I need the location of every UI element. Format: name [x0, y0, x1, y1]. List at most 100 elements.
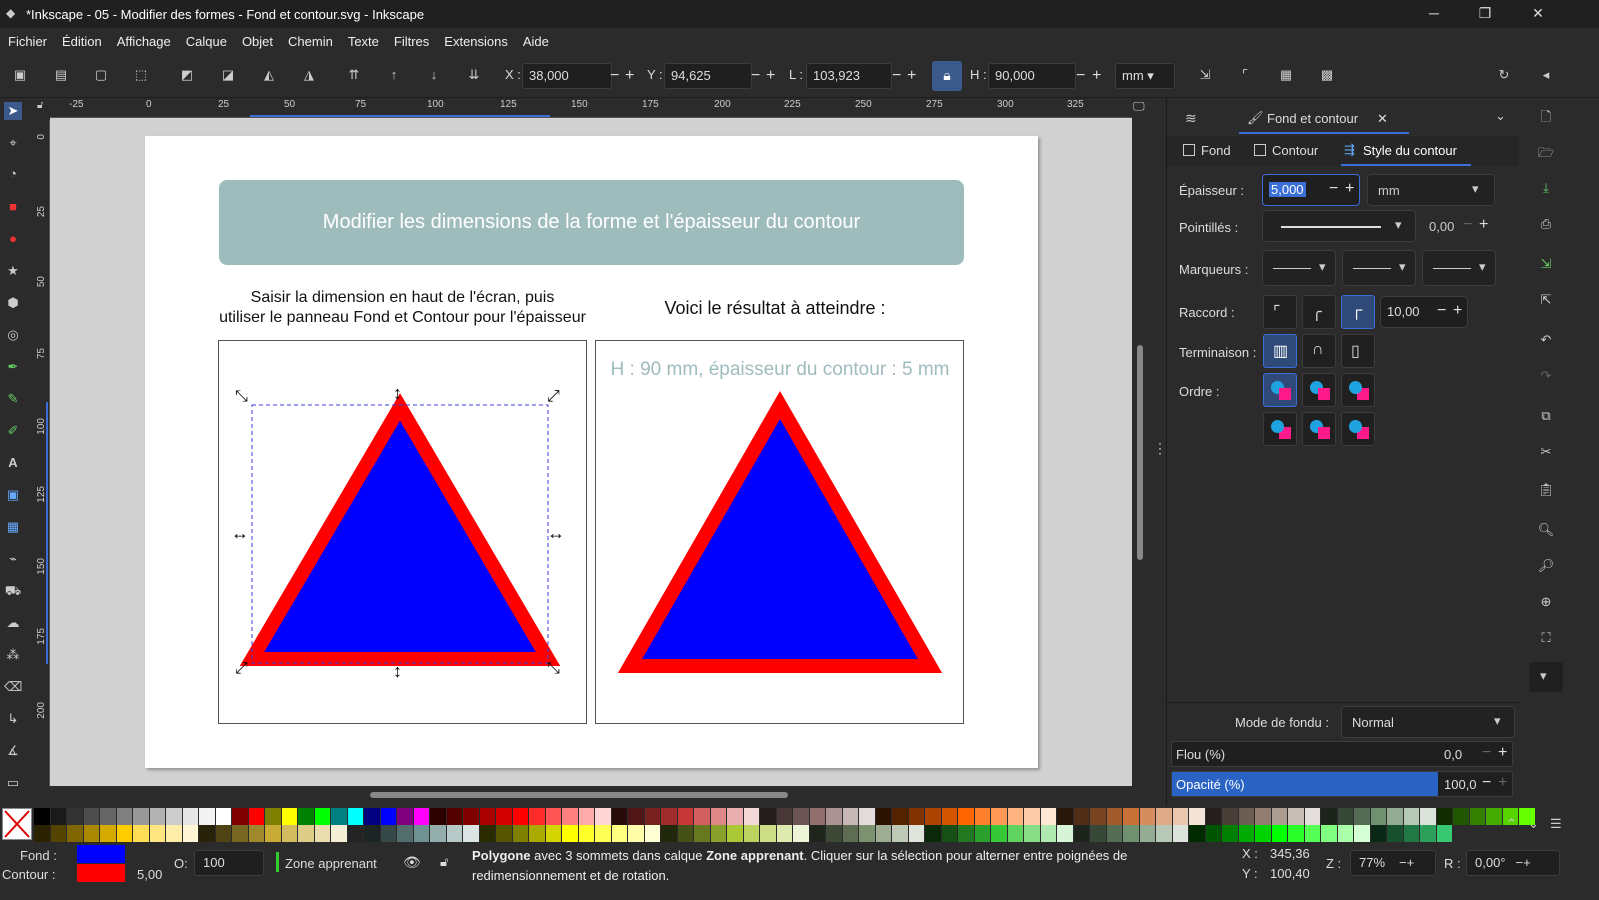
join-round-button[interactable]: ╭	[1302, 295, 1336, 329]
y-field[interactable]: 94,625	[664, 63, 752, 89]
pages-tool-icon[interactable]: ▭	[4, 774, 22, 792]
end-marker-select[interactable]: ▾	[1422, 250, 1496, 286]
palette-swatch[interactable]	[875, 808, 892, 825]
eye-icon[interactable]: 👁︎	[403, 854, 421, 871]
stroke-indicator[interactable]	[77, 864, 125, 882]
palette-swatch[interactable]	[1024, 808, 1041, 825]
epaisseur-increment[interactable]: +	[1345, 180, 1354, 198]
palette-swatch[interactable]	[1189, 825, 1206, 842]
fill-indicator[interactable]	[77, 845, 125, 863]
palette-swatch[interactable]	[1288, 808, 1305, 825]
subtab-fond[interactable]: Fond	[1201, 143, 1231, 158]
palette-swatch[interactable]	[727, 808, 744, 825]
palette-swatch[interactable]	[842, 825, 859, 842]
menu-texte[interactable]: Texte	[348, 34, 379, 49]
palette-swatch[interactable]	[133, 808, 150, 825]
mid-marker-select[interactable]: ▾	[1342, 250, 1416, 286]
palette-swatch[interactable]	[34, 808, 51, 825]
palette-swatch[interactable]	[1370, 825, 1387, 842]
cap-square-button[interactable]: ▯	[1341, 334, 1375, 368]
palette-swatch[interactable]	[776, 825, 793, 842]
palette-swatch[interactable]	[628, 825, 645, 842]
learner-triangle-svg[interactable]: ⤡ ↕ ⤢ ↔ ↔ ⤢ ↕ ⤡	[219, 341, 588, 725]
palette-swatch[interactable]	[545, 825, 562, 842]
palette-swatch[interactable]	[1222, 808, 1239, 825]
palette-swatch[interactable]	[1057, 825, 1074, 842]
order-button-3[interactable]	[1341, 373, 1375, 407]
palette-swatch[interactable]	[661, 825, 678, 842]
palette-swatch[interactable]	[265, 825, 282, 842]
horizontal-scrollbar[interactable]	[370, 792, 788, 798]
palette-swatch[interactable]	[826, 808, 843, 825]
palette-swatch[interactable]	[892, 825, 909, 842]
palette-swatch[interactable]	[925, 808, 942, 825]
palette-swatch[interactable]	[743, 808, 760, 825]
palette-swatch[interactable]	[991, 825, 1008, 842]
close-window-button[interactable]: ✕	[1515, 0, 1561, 28]
lock-ratio-icon[interactable]: 🔒︎	[932, 61, 962, 91]
chevron-down-icon[interactable]: ⌄	[1495, 108, 1506, 124]
subtab-contour[interactable]: Contour	[1272, 143, 1318, 158]
palette-swatch[interactable]	[809, 825, 826, 842]
palette-swatch[interactable]	[1172, 825, 1189, 842]
palette-swatch[interactable]	[677, 825, 694, 842]
collapse-icon[interactable]: ◂	[1537, 66, 1555, 84]
ellipse-tool-icon[interactable]: ●	[4, 230, 22, 248]
palette-swatch[interactable]	[232, 825, 249, 842]
scale-corners-icon[interactable]: ⌜	[1236, 66, 1254, 84]
new-document-icon[interactable]: 🗋︎	[1537, 108, 1555, 126]
palette-swatch[interactable]	[892, 808, 909, 825]
order-button-6[interactable]	[1341, 412, 1375, 446]
palette-swatch[interactable]	[595, 808, 612, 825]
palette-swatch[interactable]	[413, 808, 430, 825]
palette-swatch[interactable]	[1288, 825, 1305, 842]
palette-swatch[interactable]	[1436, 825, 1453, 842]
palette-scroll-up-icon[interactable]: ⌃	[1506, 816, 1517, 832]
palette-swatch[interactable]	[1205, 825, 1222, 842]
blur-increment[interactable]: +	[1498, 744, 1507, 762]
palette-swatch[interactable]	[611, 825, 628, 842]
export-icon[interactable]: ⇱	[1537, 292, 1555, 310]
deselect-icon[interactable]: ▢	[92, 66, 110, 84]
palette-swatch[interactable]	[1156, 808, 1173, 825]
palette-swatch[interactable]	[661, 808, 678, 825]
unit-select[interactable]: mm ▾	[1115, 63, 1175, 89]
layer-name[interactable]: Zone apprenant	[285, 856, 377, 871]
palette-swatch[interactable]	[826, 825, 843, 842]
palette-swatch[interactable]	[1238, 808, 1255, 825]
palette-swatch[interactable]	[1189, 808, 1206, 825]
palette-swatch[interactable]	[710, 825, 727, 842]
palette-swatch[interactable]	[1337, 825, 1354, 842]
palette-swatch[interactable]	[1139, 808, 1156, 825]
palette-swatch[interactable]	[925, 825, 942, 842]
palette-swatch[interactable]	[298, 825, 315, 842]
palette-swatch[interactable]	[529, 808, 546, 825]
blend-mode-select[interactable]: Normal ▾	[1341, 706, 1515, 738]
dash-offset-value[interactable]: 0,00	[1429, 219, 1454, 234]
palette-swatch[interactable]	[1007, 808, 1024, 825]
copy-icon[interactable]: ⧉	[1537, 408, 1555, 426]
palette-swatch[interactable]	[100, 808, 117, 825]
dropper-tool-icon[interactable]: ⌁	[4, 550, 22, 568]
palette-swatch[interactable]	[1040, 808, 1057, 825]
scale-stroke-icon[interactable]: ⇲	[1196, 66, 1214, 84]
join-bevel-button[interactable]: ⌜	[1263, 295, 1297, 329]
palette-swatch[interactable]	[809, 808, 826, 825]
miter-increment[interactable]: +	[1453, 302, 1462, 320]
cut-icon[interactable]: ✂	[1537, 444, 1555, 462]
epaisseur-field[interactable]: 5,000 − +	[1262, 174, 1360, 206]
connector-tool-icon[interactable]: ↳	[4, 710, 22, 728]
palette-swatch[interactable]	[991, 808, 1008, 825]
box3d-tool-icon[interactable]: ⬢	[4, 294, 22, 312]
palette-swatch[interactable]	[1486, 808, 1503, 825]
zoom-field[interactable]: 77% −+	[1350, 850, 1436, 876]
gradient-tool-icon[interactable]: ▣	[4, 486, 22, 504]
palette-swatch[interactable]	[479, 825, 496, 842]
zoom-selection-icon[interactable]: 🔍︎	[1537, 522, 1555, 540]
palette-swatch[interactable]	[512, 825, 529, 842]
palette-swatch[interactable]	[677, 808, 694, 825]
palette-swatch[interactable]	[562, 808, 579, 825]
snap-icon[interactable]: ↻	[1495, 66, 1513, 84]
more-commands-button[interactable]: ▾	[1529, 662, 1563, 692]
palette-swatch[interactable]	[842, 808, 859, 825]
